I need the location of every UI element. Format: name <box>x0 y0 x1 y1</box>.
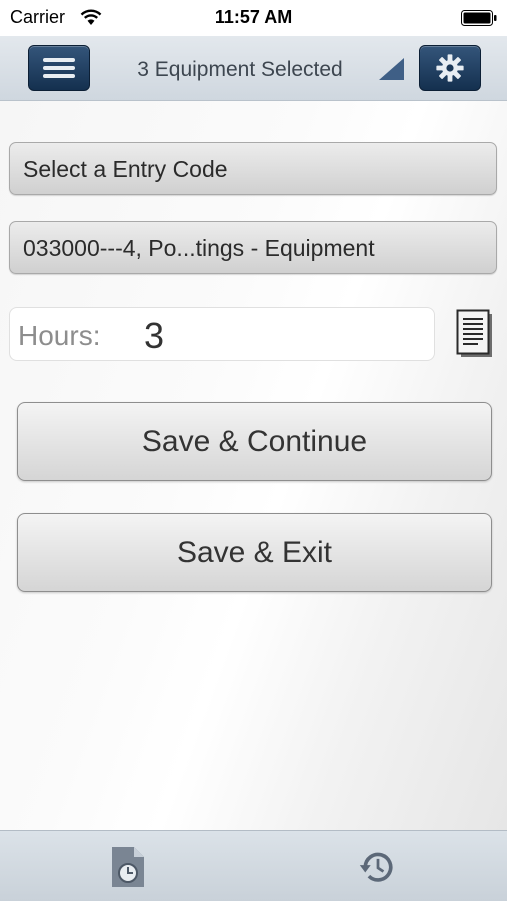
status-bar: Carrier 11:57 AM <box>0 0 507 36</box>
save-continue-button[interactable]: Save & Continue <box>17 402 492 481</box>
cost-code-select-button[interactable]: 033000---4, Po...tings - Equipment <box>9 221 497 274</box>
timesheet-clock-icon[interactable] <box>108 845 148 889</box>
tab-bar <box>0 830 507 901</box>
settings-button[interactable] <box>419 45 481 91</box>
dropdown-corner-icon[interactable] <box>379 58 404 80</box>
equipment-selection-title[interactable]: 3 Equipment Selected <box>110 58 370 82</box>
hamburger-menu-icon <box>43 58 75 62</box>
history-icon[interactable] <box>358 845 398 889</box>
entry-code-select-button[interactable]: Select a Entry Code <box>9 142 497 195</box>
gear-icon <box>436 54 464 82</box>
save-exit-button[interactable]: Save & Exit <box>17 513 492 592</box>
navigation-bar: 3 Equipment Selected <box>0 36 507 101</box>
menu-button[interactable] <box>28 45 90 91</box>
document-icon[interactable] <box>456 309 494 359</box>
hours-field[interactable]: Hours: 3 <box>9 307 435 361</box>
clock-label: 11:57 AM <box>214 7 293 27</box>
hours-value[interactable]: 3 <box>144 315 164 357</box>
hours-label: Hours: <box>18 320 101 351</box>
entry-form: Select a Entry Code 033000---4, Po...tin… <box>0 101 507 830</box>
battery-icon <box>461 10 497 26</box>
